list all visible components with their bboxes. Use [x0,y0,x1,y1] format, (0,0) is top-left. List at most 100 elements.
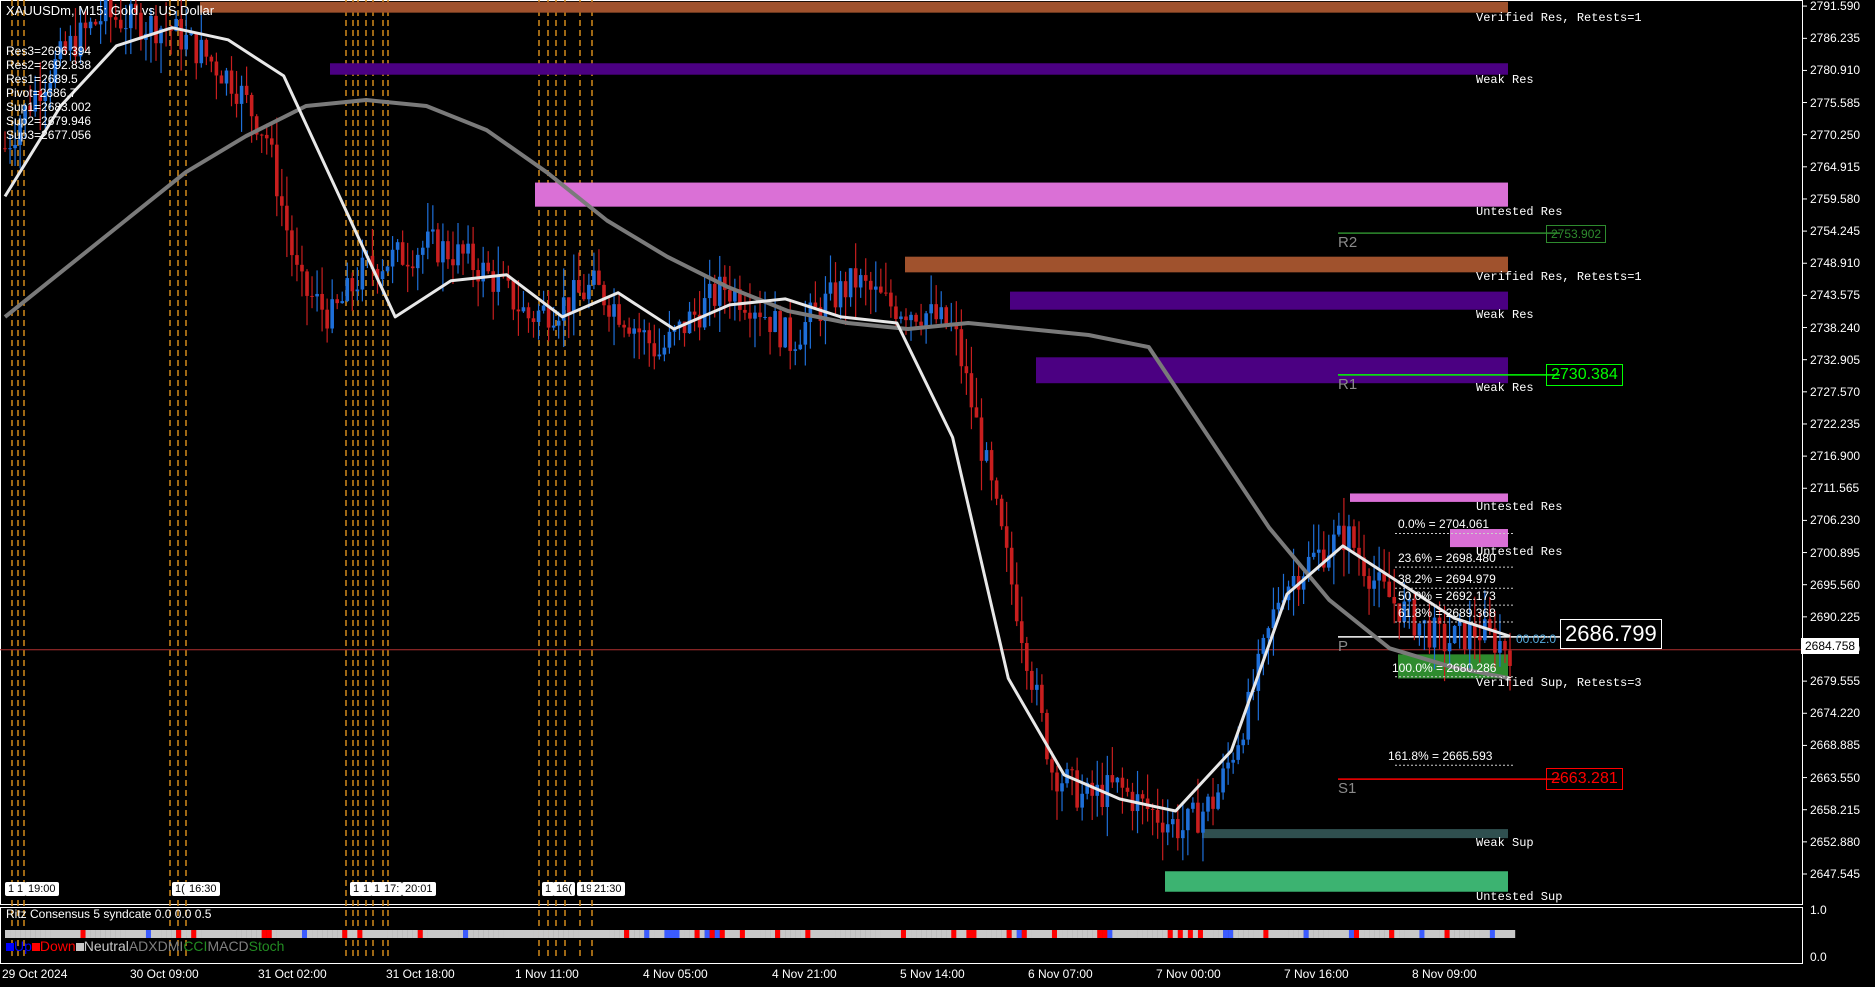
candle-body [275,144,279,197]
consensus-bar [90,930,96,938]
consensus-bar [372,930,378,938]
consensus-bar [115,930,121,938]
consensus-bar [1127,930,1133,938]
candle-body [969,373,974,408]
candle-body [1055,772,1059,792]
candle-body [536,310,541,322]
candles [3,0,1512,862]
consensus-bar [704,930,710,938]
candle-body [1352,526,1356,548]
consensus-bar [1348,930,1355,938]
consensus-bar [1187,930,1194,938]
consensus-bar [850,930,856,938]
candle-body [1377,572,1381,581]
consensus-bar [1484,930,1491,938]
candle-body [264,134,269,139]
consensus-indicator [5,930,1516,938]
candle-body [551,325,556,328]
consensus-bar [1162,930,1168,938]
session-label: 16:30 [186,882,220,896]
y-tick-label: 2690.225 [1810,609,1861,624]
candle-body [944,307,949,326]
consensus-bar [357,930,363,938]
candle-body [239,85,244,104]
fib-label: 100.0% = 2680.286 [1392,660,1497,675]
consensus-bar [286,930,293,938]
candle-body [758,312,762,318]
candle-body [979,417,984,461]
x-tick-label: 7 Nov 00:00 [1156,967,1221,981]
consensus-bar [790,930,796,938]
consensus-bar [1218,930,1224,938]
candle-body [884,292,888,294]
candle-body [793,349,798,351]
candle-body [1503,641,1507,651]
candle-body [280,196,284,206]
zone-rect [1010,291,1508,310]
consensus-bar [830,930,836,938]
candle-body [285,205,289,231]
pivot-level-price: 2730.384 [1546,363,1623,386]
y-tick-label: 2679.555 [1810,674,1861,689]
consensus-bar [679,930,685,938]
consensus-bar [181,930,187,938]
consensus-bar [1228,930,1234,938]
consensus-bar [80,930,86,938]
zone-rect [1036,357,1508,384]
consensus-bar [1036,930,1043,938]
consensus-bar [1499,930,1506,938]
candle-body [748,312,752,319]
supply-demand-zones [200,1,1508,892]
consensus-bar [216,930,222,938]
candle-body [310,295,314,297]
consensus-bar [895,930,902,938]
consensus-bar [1046,930,1053,938]
candle-body [1024,643,1029,671]
consensus-bar [10,930,16,938]
price-chart[interactable] [0,0,1875,987]
consensus-bar [558,930,564,938]
consensus-bar [1379,930,1385,938]
y-tick-label: 2652.880 [1810,834,1861,849]
consensus-bar [795,930,801,938]
consensus-bar [714,930,720,938]
candle-body [456,244,460,266]
candle-body [1140,794,1145,799]
candle-body [1040,684,1044,713]
consensus-bar [367,930,373,938]
consensus-bar [140,930,147,938]
y-tick-label: 2663.550 [1810,770,1861,785]
consensus-bar [654,930,660,938]
candle-body [1110,775,1115,783]
consensus-bar [427,930,434,938]
consensus-bar [1122,930,1128,938]
candle-body [828,282,833,294]
consensus-bar [981,930,987,938]
candle-body [446,241,450,260]
candle-body [224,70,229,84]
consensus-bar [785,930,791,938]
candle-body [647,330,652,344]
legend-item: Up [6,938,32,954]
candle-body [360,257,365,290]
y-tick-label: 2711.565 [1810,481,1860,496]
consensus-bar [659,930,665,938]
consensus-bar [261,930,267,938]
candle-body [1201,811,1205,833]
consensus-bar [1434,930,1440,938]
consensus-bar [1016,930,1022,938]
zone-rect [1202,829,1508,839]
consensus-bar [890,930,897,938]
consensus-bar [251,930,257,938]
candle-body [909,314,913,321]
consensus-bar [25,930,31,938]
consensus-bar [855,930,861,938]
candle-body [833,282,838,308]
bar-timer: 00:02:0 [1516,632,1557,646]
consensus-bar [186,930,192,938]
candle-body [989,450,994,481]
pivot-value: Res3=2696.394 [6,44,92,58]
session-label: 17: [381,882,403,896]
consensus-bar [916,930,922,938]
candle-body [1216,792,1220,809]
